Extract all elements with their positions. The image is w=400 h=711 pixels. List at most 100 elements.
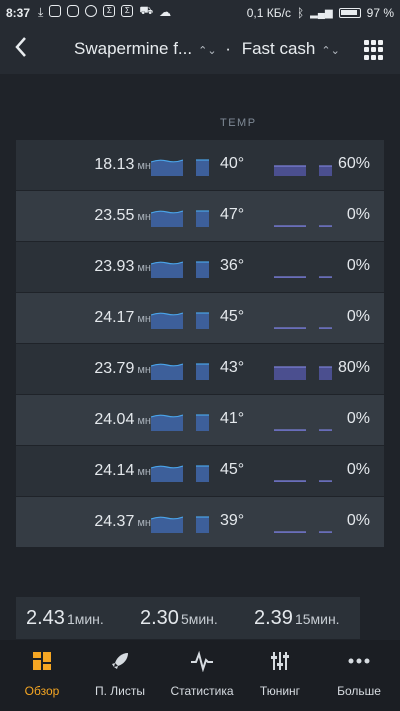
fan-current-bar bbox=[319, 531, 332, 533]
fan-speed-value: 0% bbox=[346, 512, 370, 529]
gpu-row[interactable]: 24.14 мн 45° 0% bbox=[16, 446, 384, 497]
fan-sparkline bbox=[274, 429, 306, 431]
hashrate-value: 24.04 мн bbox=[94, 411, 151, 428]
hashrate-sparkline bbox=[151, 159, 183, 176]
fan-speed-value: 0% bbox=[346, 461, 370, 478]
battery-level: 97 % bbox=[366, 6, 394, 20]
gpu-row[interactable]: 24.37 мн 39° 0% bbox=[16, 497, 384, 548]
gpu-row[interactable]: 24.17 мн 45° 0% bbox=[16, 293, 384, 344]
signal-icon: ▂▄▆ bbox=[310, 7, 333, 19]
hashrate-current-bar bbox=[196, 516, 209, 533]
car-icon: ⛟ bbox=[139, 5, 154, 17]
gpu-row[interactable]: 23.79 мн 43° 80% bbox=[16, 344, 384, 395]
gpu-row[interactable]: 18.13 мн 40° 60% bbox=[16, 140, 384, 191]
wallet-selector[interactable]: Fast cash bbox=[242, 39, 316, 58]
nav-tuning[interactable]: Тюнинг bbox=[240, 640, 320, 711]
more-icon bbox=[318, 650, 400, 676]
app-header: Swapermine f... ⌃⌄ · Fast cash ⌃⌄ bbox=[0, 26, 400, 74]
fan-current-bar bbox=[319, 225, 332, 227]
viber-icon bbox=[85, 5, 98, 17]
fan-sparkline bbox=[274, 165, 306, 176]
fan-current-bar bbox=[319, 165, 332, 176]
hashrate-value: 24.14 мн bbox=[94, 462, 151, 479]
hashrate-value: 23.93 мн bbox=[94, 258, 151, 275]
fan-speed-value: 80% bbox=[337, 359, 370, 376]
fan-sparkline bbox=[274, 531, 306, 533]
battery-icon bbox=[338, 8, 361, 18]
bluetooth-icon: ᛒ bbox=[296, 6, 305, 20]
fan-speed-value: 0% bbox=[346, 410, 370, 427]
hashrate-sparkline bbox=[151, 516, 183, 533]
hashrate-sparkline bbox=[151, 312, 183, 329]
hashrate-current-bar bbox=[196, 159, 209, 176]
rocket-icon bbox=[80, 650, 160, 676]
fan-speed-value: 0% bbox=[346, 206, 370, 223]
fan-speed-value: 0% bbox=[346, 257, 370, 274]
fan-speed-value: 0% bbox=[346, 308, 370, 325]
temperature-value: 47° bbox=[220, 206, 245, 223]
temperature-value: 45° bbox=[220, 308, 245, 325]
load-15min: 2.39 15мин. bbox=[254, 607, 340, 629]
nav-statistics[interactable]: Статистика bbox=[160, 640, 244, 711]
nav-flight-sheets[interactable]: П. Листы bbox=[80, 640, 160, 711]
gpu-row[interactable]: 23.55 мн 47° 0% bbox=[16, 191, 384, 242]
shield-icon bbox=[49, 5, 62, 17]
instagram-icon bbox=[67, 5, 80, 17]
fan-sparkline bbox=[274, 276, 306, 278]
hashrate-value: 23.79 мн bbox=[94, 360, 151, 377]
back-arrow-icon[interactable] bbox=[14, 36, 28, 63]
temperature-value: 36° bbox=[220, 257, 245, 274]
load-5min: 2.30 5мин. bbox=[140, 607, 218, 629]
bottom-navigation: Обзор П. Листы Статистика Тюнинг Больше bbox=[0, 640, 400, 711]
sliders-icon bbox=[240, 650, 320, 676]
sigma-icon-2: Σ bbox=[121, 5, 134, 17]
hashrate-sparkline bbox=[151, 414, 183, 431]
gpu-table: 18.13 мн 40° 60% 23.55 мн 47° 0% 23.93 мн 36° 0% 24.… bbox=[16, 140, 384, 548]
fan-current-bar bbox=[319, 327, 332, 329]
hashrate-current-bar bbox=[196, 312, 209, 329]
fan-sparkline bbox=[274, 225, 306, 227]
gpu-row[interactable]: 23.93 мн 36° 0% bbox=[16, 242, 384, 293]
sigma-icon: Σ bbox=[103, 5, 116, 17]
rig-dropdown-icon[interactable]: ⌃⌄ bbox=[198, 45, 216, 57]
status-bar: 8:37 ⤓ Σ Σ ⛟ ☁ 0,1 КБ/с ᛒ ▂▄▆ 97 % bbox=[0, 0, 400, 26]
fan-sparkline bbox=[274, 327, 306, 329]
hashrate-value: 23.55 мн bbox=[94, 207, 151, 224]
apps-grid-icon[interactable] bbox=[364, 40, 384, 60]
hashrate-current-bar bbox=[196, 210, 209, 227]
hashrate-sparkline bbox=[151, 363, 183, 380]
dashboard-icon bbox=[0, 650, 84, 676]
fan-current-bar bbox=[319, 429, 332, 431]
pulse-icon bbox=[160, 650, 244, 676]
wallet-dropdown-icon[interactable]: ⌃⌄ bbox=[321, 45, 339, 57]
fan-sparkline bbox=[274, 366, 306, 380]
title-separator: · bbox=[225, 39, 231, 58]
cloud-icon: ☁ bbox=[159, 5, 172, 19]
nav-more[interactable]: Больше bbox=[318, 640, 400, 711]
hashrate-sparkline bbox=[151, 261, 183, 278]
fan-current-bar bbox=[319, 366, 332, 380]
hashrate-current-bar bbox=[196, 465, 209, 482]
load-average-panel: 2.43 1мин. 2.30 5мин. 2.39 15мин. bbox=[16, 597, 360, 639]
temperature-value: 43° bbox=[220, 359, 245, 376]
temperature-value: 41° bbox=[220, 410, 245, 427]
hashrate-sparkline bbox=[151, 210, 183, 227]
temperature-value: 45° bbox=[220, 461, 245, 478]
hashrate-current-bar bbox=[196, 414, 209, 431]
fan-sparkline bbox=[274, 480, 306, 482]
gpu-row[interactable]: 24.04 мн 41° 0% bbox=[16, 395, 384, 446]
hashrate-sparkline bbox=[151, 465, 183, 482]
hashrate-current-bar bbox=[196, 363, 209, 380]
hashrate-value: 24.17 мн bbox=[94, 309, 151, 326]
rig-selector[interactable]: Swapermine f... bbox=[74, 39, 192, 58]
load-1min: 2.43 1мин. bbox=[26, 607, 104, 629]
temp-column-header: TEMP bbox=[220, 117, 257, 129]
header-title: Swapermine f... ⌃⌄ · Fast cash ⌃⌄ bbox=[74, 39, 344, 59]
fan-current-bar bbox=[319, 276, 332, 278]
fan-speed-value: 60% bbox=[337, 155, 370, 172]
nav-overview[interactable]: Обзор bbox=[0, 640, 84, 711]
fan-current-bar bbox=[319, 480, 332, 482]
temperature-value: 40° bbox=[220, 155, 245, 172]
hashrate-value: 24.37 мн bbox=[94, 513, 151, 530]
network-speed: 0,1 КБ/с bbox=[246, 6, 291, 20]
